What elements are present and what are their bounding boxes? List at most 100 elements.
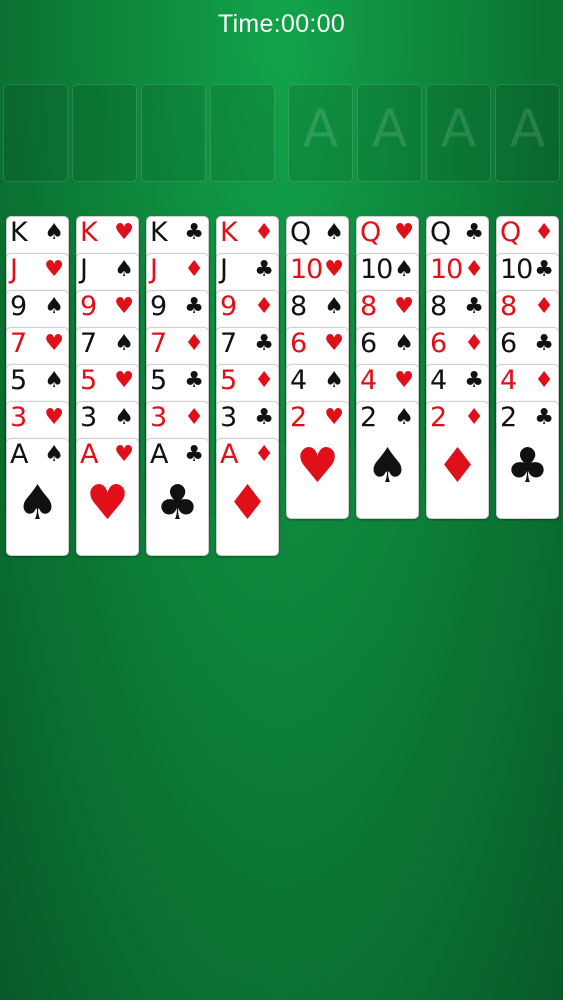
card-rank: 5 xyxy=(10,365,27,396)
card-rank: 3 xyxy=(10,402,27,433)
club-icon: ♣ xyxy=(254,405,274,430)
card-2-of-clubs[interactable]: 2 ♣ ♣ xyxy=(496,401,559,519)
card-rank: 9 xyxy=(80,291,97,322)
free-cell-4[interactable] xyxy=(210,84,275,182)
heart-icon: ♥ xyxy=(394,220,414,245)
card-a-of-clubs[interactable]: A ♣ ♣ xyxy=(146,438,209,556)
club-icon: ♣ xyxy=(184,294,204,319)
card-2-of-spades[interactable]: 2 ♠ ♠ xyxy=(356,401,419,519)
heart-large-icon: ♥ xyxy=(85,475,130,531)
club-large-icon: ♣ xyxy=(505,438,550,494)
card-rank: J xyxy=(10,254,18,285)
card-rank: 2 xyxy=(500,402,517,433)
card-a-of-hearts[interactable]: A ♥ ♥ xyxy=(76,438,139,556)
heart-icon: ♥ xyxy=(44,405,64,430)
card-rank: K xyxy=(10,217,28,248)
card-rank: Q xyxy=(360,217,381,248)
card-rank: 7 xyxy=(80,328,97,359)
card-rank: 6 xyxy=(430,328,447,359)
spade-icon: ♠ xyxy=(324,220,344,245)
card-rank: 5 xyxy=(80,365,97,396)
foundation-1[interactable]: A xyxy=(288,84,353,182)
diamond-icon: ♦ xyxy=(184,257,204,282)
spade-icon: ♠ xyxy=(44,294,64,319)
card-rank: A xyxy=(220,439,239,470)
heart-icon: ♥ xyxy=(394,368,414,393)
card-rank: 8 xyxy=(360,291,377,322)
heart-icon: ♥ xyxy=(44,331,64,356)
card-rank: 3 xyxy=(150,402,167,433)
free-cell-3[interactable] xyxy=(141,84,206,182)
diamond-large-icon: ♦ xyxy=(225,475,270,531)
card-rank: K xyxy=(150,217,168,248)
card-rank: 4 xyxy=(430,365,447,396)
club-icon: ♣ xyxy=(254,257,274,282)
diamond-icon: ♦ xyxy=(534,294,554,319)
spade-large-icon: ♠ xyxy=(365,438,410,494)
card-rank: 5 xyxy=(150,365,167,396)
spade-icon: ♠ xyxy=(114,257,134,282)
spade-icon: ♠ xyxy=(44,368,64,393)
card-rank: 10 xyxy=(500,254,533,285)
spade-icon: ♠ xyxy=(44,220,64,245)
card-a-of-spades[interactable]: A ♠ ♠ xyxy=(6,438,69,556)
foundation-label: A xyxy=(440,99,477,159)
foundation-2[interactable]: A xyxy=(357,84,422,182)
spade-icon: ♠ xyxy=(324,368,344,393)
foundation-4[interactable]: A xyxy=(495,84,560,182)
card-2-of-diamonds[interactable]: 2 ♦ ♦ xyxy=(426,401,489,519)
club-icon: ♣ xyxy=(534,405,554,430)
club-icon: ♣ xyxy=(464,368,484,393)
card-rank: 10 xyxy=(360,254,393,285)
card-rank: 4 xyxy=(500,365,517,396)
card-rank: 7 xyxy=(10,328,27,359)
card-rank: 10 xyxy=(430,254,463,285)
heart-large-icon: ♥ xyxy=(295,438,340,494)
card-rank: 2 xyxy=(360,402,377,433)
card-rank: 8 xyxy=(500,291,517,322)
card-rank: 4 xyxy=(360,365,377,396)
diamond-icon: ♦ xyxy=(254,220,274,245)
card-rank: K xyxy=(220,217,238,248)
card-a-of-diamonds[interactable]: A ♦ ♦ xyxy=(216,438,279,556)
foundation-label: A xyxy=(302,99,339,159)
card-rank: A xyxy=(150,439,169,470)
diamond-icon: ♦ xyxy=(464,405,484,430)
card-rank: Q xyxy=(500,217,521,248)
card-rank: A xyxy=(80,439,99,470)
card-rank: 4 xyxy=(290,365,307,396)
card-rank: J xyxy=(80,254,88,285)
spade-icon: ♠ xyxy=(44,442,64,467)
diamond-icon: ♦ xyxy=(254,294,274,319)
card-2-of-hearts[interactable]: 2 ♥ ♥ xyxy=(286,401,349,519)
diamond-icon: ♦ xyxy=(184,405,204,430)
card-rank: 7 xyxy=(150,328,167,359)
card-rank: 7 xyxy=(220,328,237,359)
free-cell-2[interactable] xyxy=(72,84,137,182)
card-rank: 2 xyxy=(290,402,307,433)
card-rank: 2 xyxy=(430,402,447,433)
timer-label: Time:00:00 xyxy=(217,10,346,38)
card-rank: 3 xyxy=(220,402,237,433)
foundation-label: A xyxy=(509,99,546,159)
heart-icon: ♥ xyxy=(114,294,134,319)
heart-icon: ♥ xyxy=(324,257,344,282)
card-rank: 9 xyxy=(10,291,27,322)
club-icon: ♣ xyxy=(534,331,554,356)
spade-icon: ♠ xyxy=(394,405,414,430)
diamond-icon: ♦ xyxy=(254,442,274,467)
free-cell-1[interactable] xyxy=(3,84,68,182)
diamond-icon: ♦ xyxy=(184,331,204,356)
heart-icon: ♥ xyxy=(44,257,64,282)
diamond-large-icon: ♦ xyxy=(435,438,480,494)
card-rank: 9 xyxy=(150,291,167,322)
heart-icon: ♥ xyxy=(114,442,134,467)
heart-icon: ♥ xyxy=(324,405,344,430)
club-icon: ♣ xyxy=(184,220,204,245)
card-rank: 6 xyxy=(290,328,307,359)
card-rank: K xyxy=(80,217,98,248)
card-rank: J xyxy=(220,254,228,285)
card-rank: 9 xyxy=(220,291,237,322)
card-rank: Q xyxy=(290,217,311,248)
foundation-3[interactable]: A xyxy=(426,84,491,182)
